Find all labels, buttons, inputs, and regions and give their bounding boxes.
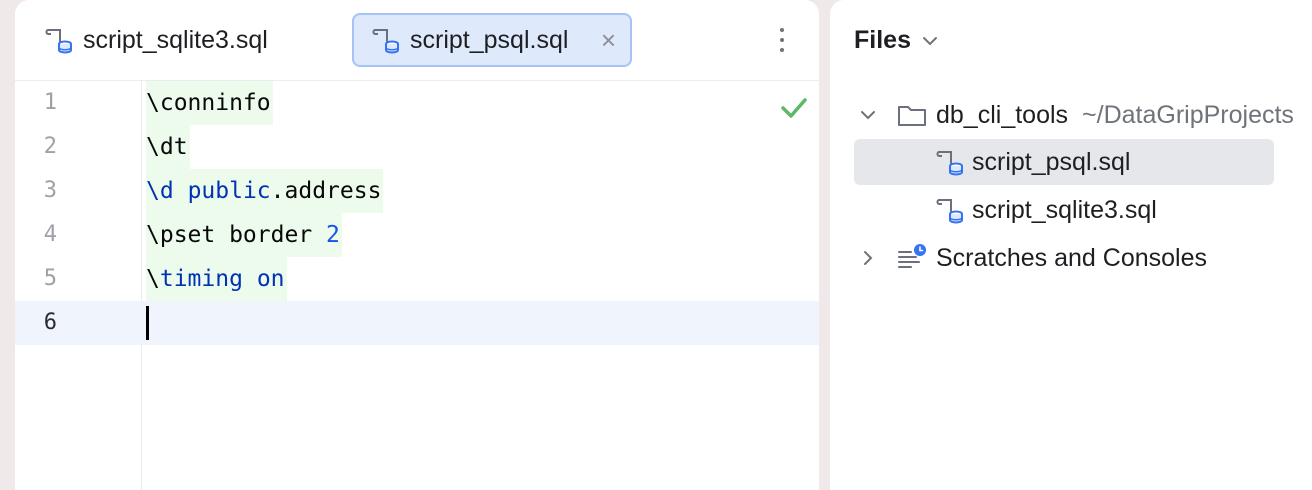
line-number: 3 [43,178,57,203]
code-text: \conninfo [146,81,273,125]
tree-item-db-cli-tools[interactable]: db_cli_tools ~/DataGripProjects [858,92,1312,138]
code-text: \pset border 2 [146,213,342,257]
tree-item-label: script_psql.sql [972,147,1131,176]
chevron-down-icon [922,36,937,45]
code-line: 1 \conninfo [15,81,819,125]
tree-item-label: Scratches and Consoles [936,243,1207,272]
files-panel-header[interactable]: Files [854,26,939,55]
code-line: 4 \pset border 2 [15,213,819,257]
editor-panel: script_sqlite3.sql script_psql.sql × 1 \… [15,0,819,490]
tree-item-label: script_sqlite3.sql [972,195,1157,224]
tab-label: script_psql.sql [410,25,569,54]
sql-file-icon [934,194,966,226]
project-path: ~/DataGripProjects [1082,100,1294,129]
tab-script-sqlite3[interactable]: script_sqlite3.sql [29,13,349,67]
code-line: 5 \timing on [15,257,819,301]
close-tab-icon[interactable]: × [601,26,616,54]
line-number: 6 [43,310,57,335]
chevron-down-icon[interactable] [858,105,878,125]
sql-file-icon [43,24,75,56]
sql-file-icon [370,24,402,56]
tree-item-script-psql[interactable]: script_psql.sql [854,139,1274,185]
line-number: 2 [43,134,57,159]
code-editor[interactable]: 1 \conninfo 2 \dt 3 \d public.address 4 … [15,81,819,490]
line-number: 4 [43,222,57,247]
files-panel-title: Files [854,26,911,54]
tab-label: script_sqlite3.sql [83,25,268,54]
line-number: 1 [43,90,57,115]
code-line: 2 \dt [15,125,819,169]
editor-tab-bar: script_sqlite3.sql script_psql.sql × [15,0,819,81]
code-text: \dt [146,125,190,169]
code-text: \d public.address [146,169,384,213]
sql-file-icon [934,146,966,178]
more-options-icon[interactable] [770,20,794,60]
folder-icon [896,99,928,131]
tree-item-script-sqlite3[interactable]: script_sqlite3.sql [854,187,1274,233]
code-line: 3 \d public.address [15,169,819,213]
tree-item-label: db_cli_tools [936,100,1069,129]
code-text: \timing on [146,257,287,301]
text-cursor [146,306,149,340]
tree-item-scratches[interactable]: Scratches and Consoles [858,235,1278,281]
scratches-icon [896,242,928,274]
line-number: 5 [43,266,57,291]
tab-script-psql[interactable]: script_psql.sql × [352,13,632,67]
code-line-current: 6 [15,301,819,345]
chevron-right-icon[interactable] [858,248,878,268]
files-panel: Files db_cli_tools ~/DataGripProjects sc… [830,0,1312,490]
